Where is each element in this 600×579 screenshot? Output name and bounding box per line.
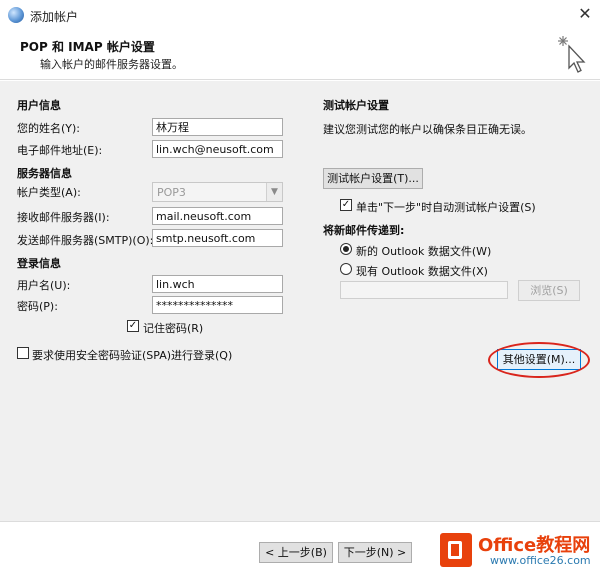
close-icon[interactable]: ✕ [570,0,600,30]
outgoing-server-field[interactable]: smtp.neusoft.com [152,229,283,247]
more-settings-button[interactable]: 其他设置(M)... [497,349,581,370]
name-label: 您的姓名(Y): [17,122,81,135]
browse-button[interactable]: 浏览(S) [518,280,580,301]
outgoing-server-label: 发送邮件服务器(SMTP)(O): [17,234,154,247]
page-subtitle: 输入帐户的邮件服务器设置。 [40,58,183,71]
cursor-sparkle-icon [558,36,586,73]
back-button[interactable]: < 上一步(B) [259,542,333,563]
login-info-heading: 登录信息 [17,257,61,270]
incoming-server-field[interactable]: mail.neusoft.com [152,207,283,225]
remember-password-checkbox[interactable]: ✓ [127,320,139,332]
spa-label: 要求使用安全密码验证(SPA)进行登录(Q) [32,349,233,362]
title-bar: 添加帐户 ✕ [0,0,600,30]
password-field[interactable]: ************** [152,296,283,314]
data-file-path-field[interactable] [340,281,508,299]
account-type-select[interactable]: POP3 ▼ [152,182,283,202]
spa-checkbox[interactable] [17,347,29,359]
server-info-heading: 服务器信息 [17,167,72,180]
test-settings-heading: 测试帐户设置 [323,99,389,112]
auto-test-label: 单击"下一步"时自动测试帐户设置(S) [356,201,536,214]
new-data-file-label: 新的 Outlook 数据文件(W) [356,245,492,258]
outlook-globe-icon [8,7,24,23]
account-type-value: POP3 [157,186,186,199]
header: POP 和 IMAP 帐户设置 输入帐户的邮件服务器设置。 [0,30,600,80]
radio-selected-dot [343,246,349,252]
deliver-heading: 将新邮件传递到: [323,224,405,237]
window-title: 添加帐户 [30,10,79,24]
account-type-label: 帐户类型(A): [17,186,81,199]
test-account-button[interactable]: 测试帐户设置(T)... [323,168,423,189]
next-button[interactable]: 下一步(N) > [338,542,412,563]
email-field[interactable]: lin.wch@neusoft.com [152,140,283,158]
watermark-url: www.office26.com [490,554,591,567]
existing-data-file-label: 现有 Outlook 数据文件(X) [356,265,488,278]
username-label: 用户名(U): [17,279,71,292]
existing-data-file-radio[interactable] [340,263,352,275]
incoming-server-label: 接收邮件服务器(I): [17,211,110,224]
new-data-file-radio[interactable] [340,243,352,255]
username-field[interactable]: lin.wch [152,275,283,293]
email-label: 电子邮件地址(E): [17,144,103,157]
settings-panel: 用户信息 您的姓名(Y): 林万程 电子邮件地址(E): lin.wch@neu… [0,81,600,521]
chevron-down-icon: ▼ [266,183,282,201]
watermark: Office教程网 www.office26.com [426,527,596,575]
remember-password-label: 记住密码(R) [143,322,204,335]
auto-test-checkbox[interactable]: ✓ [340,199,352,211]
test-settings-description: 建议您测试您的帐户以确保条目正确无误。 [323,123,532,136]
name-field[interactable]: 林万程 [152,118,283,136]
password-label: 密码(P): [17,300,58,313]
user-info-heading: 用户信息 [17,99,61,112]
office-logo-icon [440,533,472,567]
page-title: POP 和 IMAP 帐户设置 [20,40,155,54]
